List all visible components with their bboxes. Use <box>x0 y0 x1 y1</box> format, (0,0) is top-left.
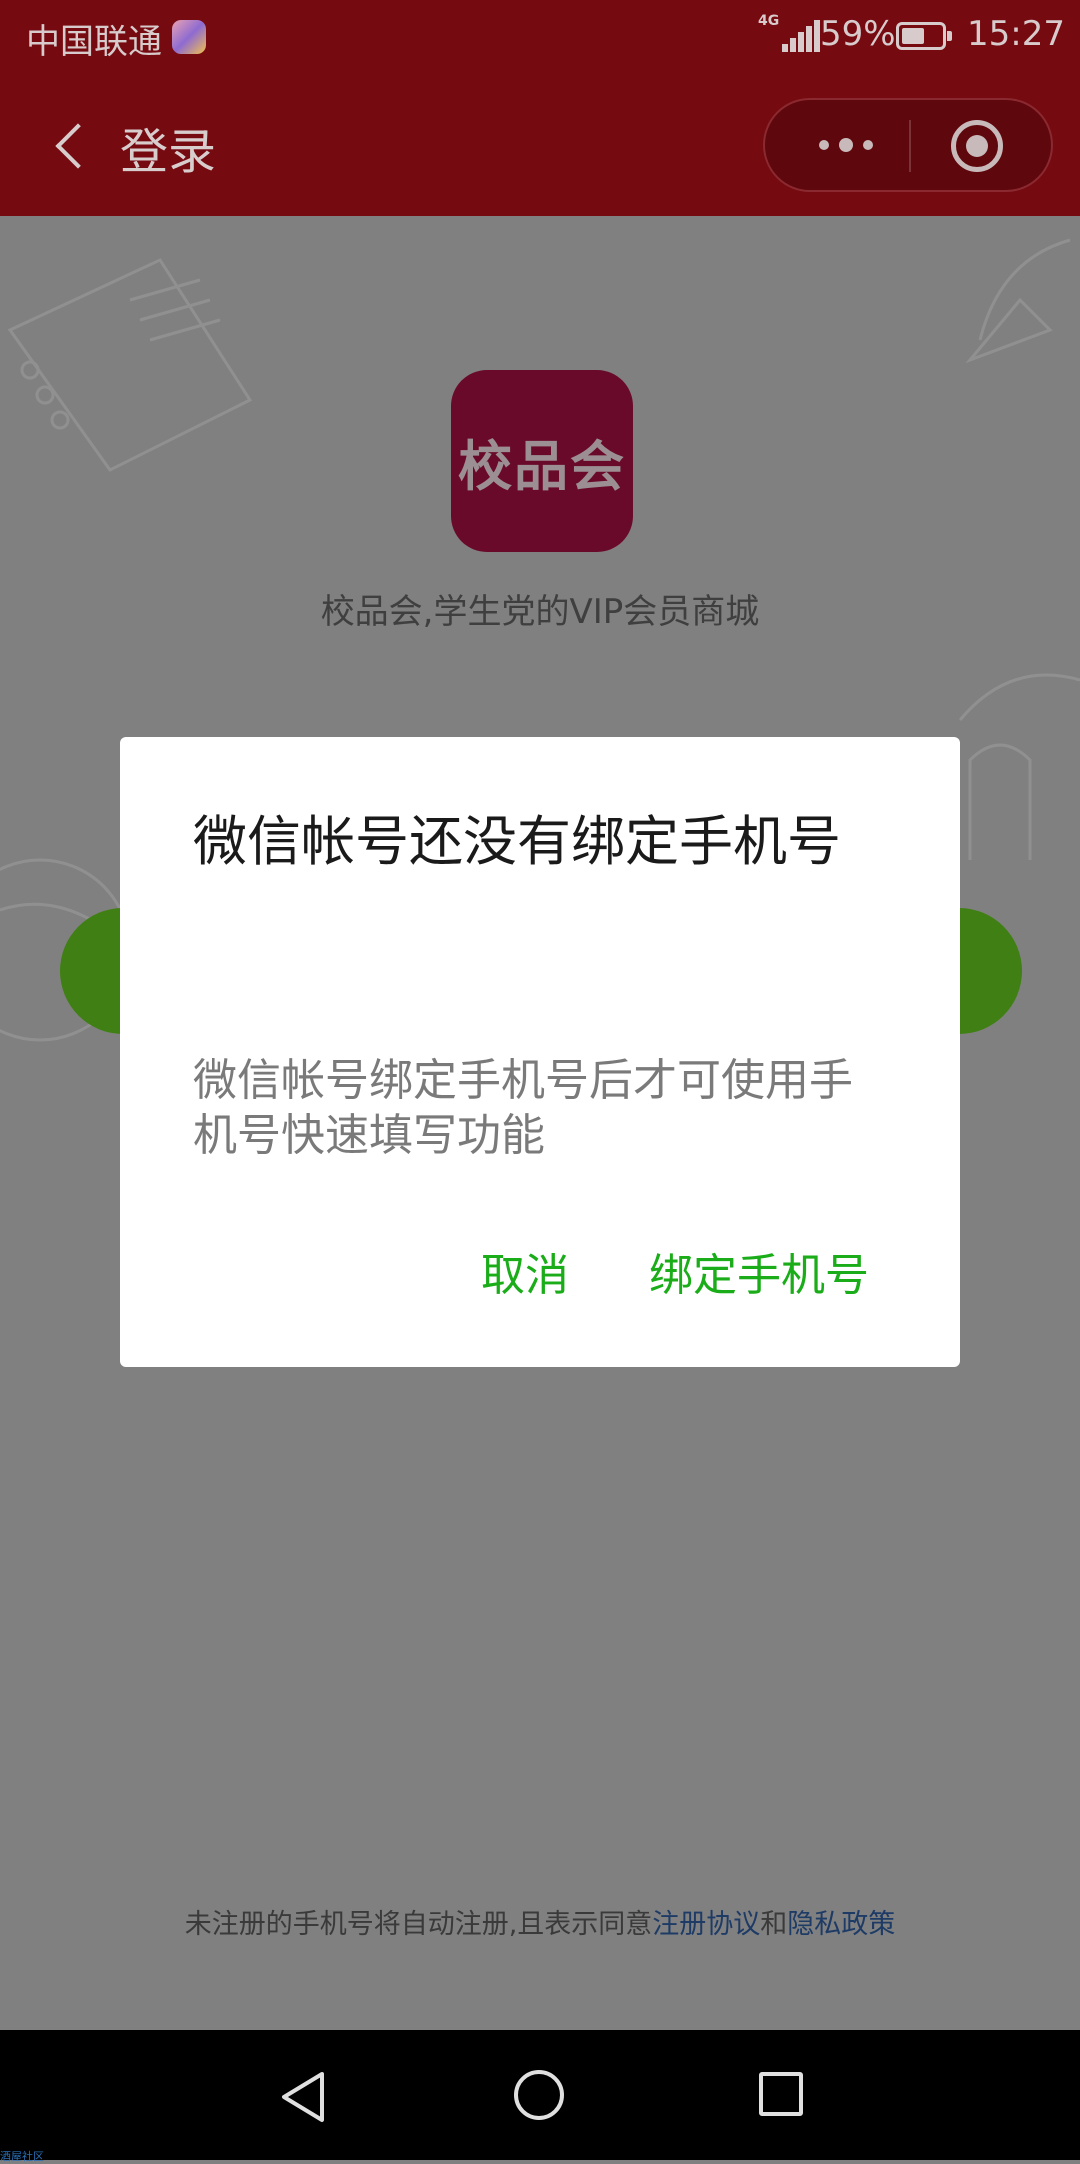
notification-app-icon <box>172 20 206 54</box>
cancel-button[interactable]: 取消 <box>481 1239 569 1303</box>
app-logo: 校品会 <box>451 370 633 552</box>
pen-doodle-icon <box>965 238 1071 364</box>
status-bar: 中国联通 4G 59% 15:27 <box>0 0 1080 76</box>
battery-percent: 59% <box>820 14 896 54</box>
notebook-doodle-icon <box>7 258 253 472</box>
agreement-text: 未注册的手机号将自动注册,且表示同意注册协议和隐私政策 <box>0 1902 1080 1941</box>
back-arrow-icon[interactable] <box>44 116 104 176</box>
miniapp-capsule <box>763 98 1053 192</box>
more-options-icon[interactable] <box>805 100 885 190</box>
app-logo-text: 校品会 <box>458 434 626 498</box>
watermark: 酒屋社区 <box>0 2150 44 2163</box>
carrier-label: 中国联通 <box>26 22 162 62</box>
system-home-icon[interactable] <box>514 2070 564 2120</box>
bind-phone-dialog: 微信帐号还没有绑定手机号 微信帐号绑定手机号后才可使用手机号快速填写功能 取消 … <box>120 737 960 1367</box>
system-back-icon[interactable] <box>278 2070 328 2124</box>
dialog-message: 微信帐号绑定手机号后才可使用手机号快速填写功能 <box>193 1055 853 1161</box>
terms-link[interactable]: 注册协议 <box>652 1909 760 1940</box>
system-navigation-bar <box>0 2030 1080 2160</box>
nav-bar: 登录 <box>0 76 1080 216</box>
clock: 15:27 <box>967 14 1065 54</box>
school-doodle-icon <box>958 673 1080 860</box>
battery-icon <box>896 22 952 50</box>
battery-level-fill <box>902 28 925 44</box>
agreement-prefix: 未注册的手机号将自动注册,且表示同意 <box>184 1909 653 1940</box>
signal-strength-icon <box>782 20 820 52</box>
page-title: 登录 <box>120 124 217 180</box>
app-description: 校品会,学生党的VIP会员商城 <box>320 592 760 632</box>
capsule-divider <box>909 120 911 172</box>
privacy-link[interactable]: 隐私政策 <box>787 1909 895 1940</box>
close-miniapp-icon[interactable] <box>951 120 1003 172</box>
dialog-title: 微信帐号还没有绑定手机号 <box>193 810 841 873</box>
bind-phone-button[interactable]: 绑定手机号 <box>649 1239 869 1303</box>
network-type-label: 4G <box>758 13 780 29</box>
system-recent-apps-icon[interactable] <box>759 2072 803 2116</box>
agreement-and: 和 <box>760 1909 788 1940</box>
